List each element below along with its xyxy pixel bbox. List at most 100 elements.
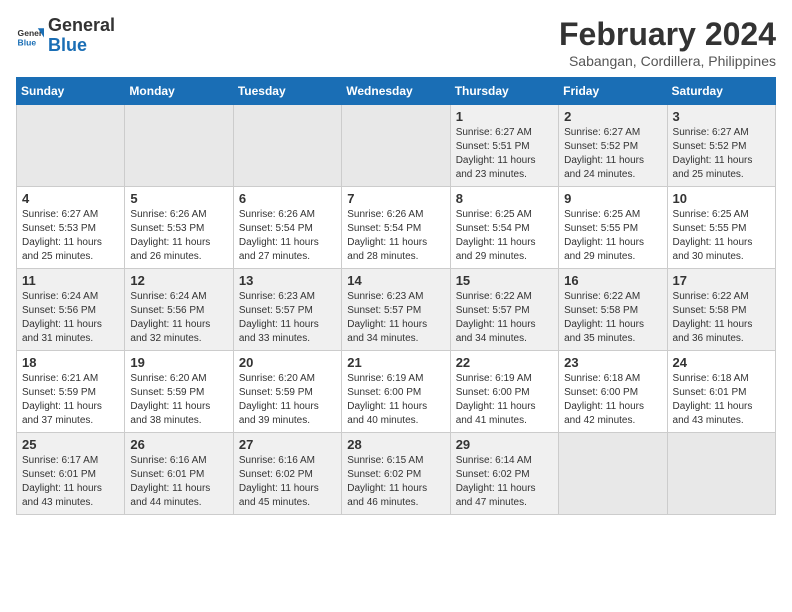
calendar-cell: 3 Sunrise: 6:27 AM Sunset: 5:52 PM Daylig… — [667, 105, 775, 187]
cell-info: Sunrise: 6:24 AM Sunset: 5:56 PM Dayligh… — [22, 290, 119, 346]
calendar-cell: 11 Sunrise: 6:24 AM Sunset: 5:56 PM Dayli… — [17, 269, 125, 351]
calendar-cell: 17Sunrise: 6:22 AM Sunset: 5:58 PM Dayli… — [667, 269, 775, 351]
cell-info: Sunrise: 6:16 AM Sunset: 6:02 PM Dayligh… — [239, 454, 336, 510]
calendar-cell: 10Sunrise: 6:25 AM Sunset: 5:55 PM Dayli… — [667, 187, 775, 269]
calendar-cell — [233, 105, 341, 187]
cell-info: Sunrise: 6:23 AM Sunset: 5:57 PM Dayligh… — [347, 290, 444, 346]
calendar-cell: 25Sunrise: 6:17 AM Sunset: 6:01 PM Dayli… — [17, 433, 125, 515]
calendar-cell: 7 Sunrise: 6:26 AM Sunset: 5:54 PM Daylig… — [342, 187, 450, 269]
day-number: 1 — [456, 109, 553, 124]
day-number: 24 — [673, 355, 770, 370]
cell-info: Sunrise: 6:27 AM Sunset: 5:52 PM Dayligh… — [673, 126, 770, 182]
calendar-cell: 19 Sunrise: 6:20 AM Sunset: 5:59 PM Dayli… — [125, 351, 233, 433]
day-number: 5 — [130, 191, 227, 206]
day-number: 15 — [456, 273, 553, 288]
day-number: 8 — [456, 191, 553, 206]
day-number: 21 — [347, 355, 444, 370]
day-number: 26 — [130, 437, 227, 452]
calendar-cell: 9Sunrise: 6:25 AM Sunset: 5:55 PM Daylig… — [559, 187, 667, 269]
calendar-cell: 22 Sunrise: 6:19 AM Sunset: 6:00 PM Dayli… — [450, 351, 558, 433]
cell-info: Sunrise: 6:22 AM Sunset: 5:57 PM Dayligh… — [456, 290, 553, 346]
day-number: 22 — [456, 355, 553, 370]
day-number: 18 — [22, 355, 119, 370]
calendar-cell — [667, 433, 775, 515]
cell-info: Sunrise: 6:18 AM Sunset: 6:01 PM Dayligh… — [673, 372, 770, 428]
calendar-cell: 12 Sunrise: 6:24 AM Sunset: 5:56 PM Dayli… — [125, 269, 233, 351]
day-number: 3 — [673, 109, 770, 124]
day-number: 12 — [130, 273, 227, 288]
cell-info: Sunrise: 6:27 AM Sunset: 5:52 PM Dayligh… — [564, 126, 661, 182]
weekday-header-tuesday: Tuesday — [233, 78, 341, 105]
calendar-week-row: 11 Sunrise: 6:24 AM Sunset: 5:56 PM Dayli… — [17, 269, 776, 351]
day-number: 28 — [347, 437, 444, 452]
day-number: 7 — [347, 191, 444, 206]
calendar-cell: 6 Sunrise: 6:26 AM Sunset: 5:54 PM Daylig… — [233, 187, 341, 269]
day-number: 19 — [130, 355, 227, 370]
cell-info: Sunrise: 6:25 AM Sunset: 5:55 PM Dayligh… — [564, 208, 661, 264]
weekday-header-thursday: Thursday — [450, 78, 558, 105]
logo: General Blue General Blue — [16, 16, 115, 56]
calendar-cell — [559, 433, 667, 515]
calendar-cell: 2Sunrise: 6:27 AM Sunset: 5:52 PM Daylig… — [559, 105, 667, 187]
cell-info: Sunrise: 6:25 AM Sunset: 5:55 PM Dayligh… — [673, 208, 770, 264]
location: Sabangan, Cordillera, Philippines — [559, 53, 776, 69]
calendar-cell: 18 Sunrise: 6:21 AM Sunset: 5:59 PM Dayli… — [17, 351, 125, 433]
calendar-cell: 24 Sunrise: 6:18 AM Sunset: 6:01 PM Dayli… — [667, 351, 775, 433]
weekday-header-saturday: Saturday — [667, 78, 775, 105]
weekday-header-friday: Friday — [559, 78, 667, 105]
day-number: 13 — [239, 273, 336, 288]
cell-info: Sunrise: 6:19 AM Sunset: 6:00 PM Dayligh… — [456, 372, 553, 428]
calendar-cell — [17, 105, 125, 187]
cell-info: Sunrise: 6:20 AM Sunset: 5:59 PM Dayligh… — [239, 372, 336, 428]
page-header: General Blue General Blue February 2024 … — [16, 16, 776, 69]
calendar-cell — [125, 105, 233, 187]
calendar-cell: 15 Sunrise: 6:22 AM Sunset: 5:57 PM Dayli… — [450, 269, 558, 351]
cell-info: Sunrise: 6:20 AM Sunset: 5:59 PM Dayligh… — [130, 372, 227, 428]
calendar-cell: 5Sunrise: 6:26 AM Sunset: 5:53 PM Daylig… — [125, 187, 233, 269]
day-number: 4 — [22, 191, 119, 206]
day-number: 29 — [456, 437, 553, 452]
calendar-cell — [342, 105, 450, 187]
cell-info: Sunrise: 6:22 AM Sunset: 5:58 PM Dayligh… — [673, 290, 770, 346]
weekday-header-wednesday: Wednesday — [342, 78, 450, 105]
day-number: 6 — [239, 191, 336, 206]
day-number: 25 — [22, 437, 119, 452]
calendar-week-row: 25Sunrise: 6:17 AM Sunset: 6:01 PM Dayli… — [17, 433, 776, 515]
cell-info: Sunrise: 6:19 AM Sunset: 6:00 PM Dayligh… — [347, 372, 444, 428]
cell-info: Sunrise: 6:14 AM Sunset: 6:02 PM Dayligh… — [456, 454, 553, 510]
day-number: 20 — [239, 355, 336, 370]
calendar-table: SundayMondayTuesdayWednesdayThursdayFrid… — [16, 77, 776, 515]
calendar-cell: 29 Sunrise: 6:14 AM Sunset: 6:02 PM Dayli… — [450, 433, 558, 515]
cell-info: Sunrise: 6:21 AM Sunset: 5:59 PM Dayligh… — [22, 372, 119, 428]
day-number: 27 — [239, 437, 336, 452]
calendar-cell: 23Sunrise: 6:18 AM Sunset: 6:00 PM Dayli… — [559, 351, 667, 433]
calendar-cell: 4 Sunrise: 6:27 AM Sunset: 5:53 PM Daylig… — [17, 187, 125, 269]
cell-info: Sunrise: 6:22 AM Sunset: 5:58 PM Dayligh… — [564, 290, 661, 346]
calendar-cell: 13 Sunrise: 6:23 AM Sunset: 5:57 PM Dayli… — [233, 269, 341, 351]
calendar-week-row: 18 Sunrise: 6:21 AM Sunset: 5:59 PM Dayli… — [17, 351, 776, 433]
day-number: 14 — [347, 273, 444, 288]
title-block: February 2024 Sabangan, Cordillera, Phil… — [559, 16, 776, 69]
calendar-cell: 28Sunrise: 6:15 AM Sunset: 6:02 PM Dayli… — [342, 433, 450, 515]
calendar-cell: 27 Sunrise: 6:16 AM Sunset: 6:02 PM Dayli… — [233, 433, 341, 515]
weekday-header-monday: Monday — [125, 78, 233, 105]
cell-info: Sunrise: 6:16 AM Sunset: 6:01 PM Dayligh… — [130, 454, 227, 510]
calendar-cell: 16Sunrise: 6:22 AM Sunset: 5:58 PM Dayli… — [559, 269, 667, 351]
calendar-cell: 1 Sunrise: 6:27 AM Sunset: 5:51 PM Daylig… — [450, 105, 558, 187]
cell-info: Sunrise: 6:27 AM Sunset: 5:51 PM Dayligh… — [456, 126, 553, 182]
cell-info: Sunrise: 6:27 AM Sunset: 5:53 PM Dayligh… — [22, 208, 119, 264]
calendar-cell: 20 Sunrise: 6:20 AM Sunset: 5:59 PM Dayli… — [233, 351, 341, 433]
cell-info: Sunrise: 6:24 AM Sunset: 5:56 PM Dayligh… — [130, 290, 227, 346]
day-number: 11 — [22, 273, 119, 288]
cell-info: Sunrise: 6:23 AM Sunset: 5:57 PM Dayligh… — [239, 290, 336, 346]
svg-text:Blue: Blue — [18, 37, 37, 47]
calendar-cell: 14 Sunrise: 6:23 AM Sunset: 5:57 PM Dayli… — [342, 269, 450, 351]
calendar-cell: 8Sunrise: 6:25 AM Sunset: 5:54 PM Daylig… — [450, 187, 558, 269]
weekday-header-sunday: Sunday — [17, 78, 125, 105]
calendar-cell: 21 Sunrise: 6:19 AM Sunset: 6:00 PM Dayli… — [342, 351, 450, 433]
calendar-header-row: SundayMondayTuesdayWednesdayThursdayFrid… — [17, 78, 776, 105]
calendar-week-row: 4 Sunrise: 6:27 AM Sunset: 5:53 PM Daylig… — [17, 187, 776, 269]
cell-info: Sunrise: 6:26 AM Sunset: 5:54 PM Dayligh… — [347, 208, 444, 264]
cell-info: Sunrise: 6:26 AM Sunset: 5:54 PM Dayligh… — [239, 208, 336, 264]
logo-text: General Blue — [48, 16, 115, 56]
